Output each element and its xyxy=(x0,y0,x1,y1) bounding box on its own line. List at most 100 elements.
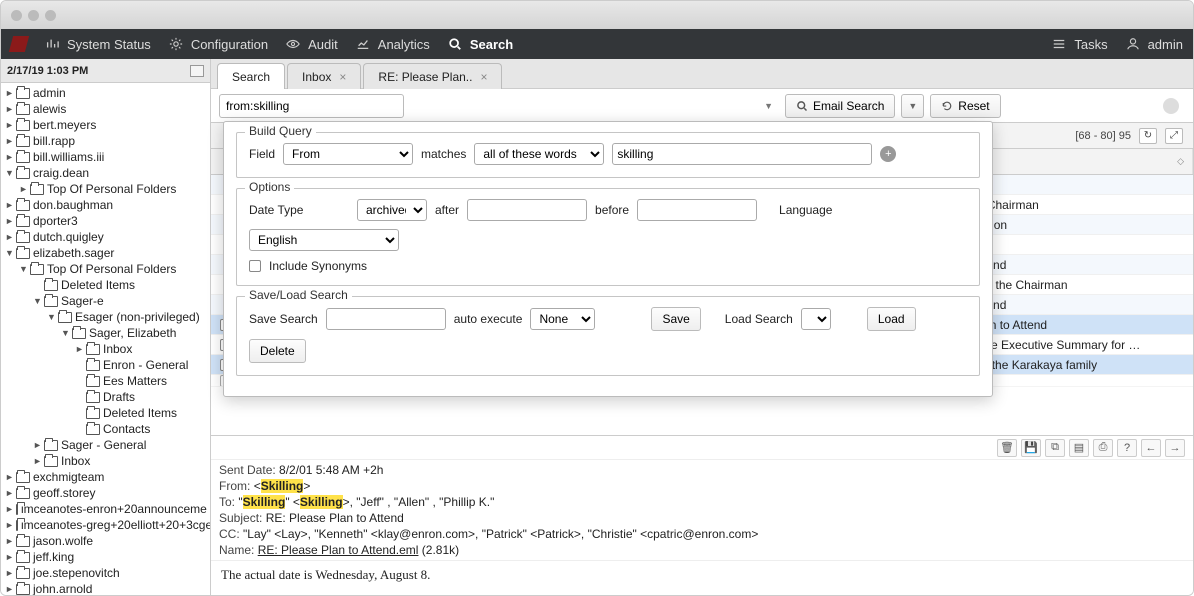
trash-icon[interactable]: 🗑 xyxy=(997,439,1017,457)
nav-system-status[interactable]: System Status xyxy=(45,37,151,52)
tree-caret-icon[interactable]: ► xyxy=(5,104,13,114)
tree-node[interactable]: ►imceanotes-greg+20elliott+20+3cge xyxy=(1,517,210,533)
tree-caret-icon[interactable]: ► xyxy=(5,152,13,162)
tab[interactable]: RE: Please Plan..× xyxy=(363,63,502,89)
language-select[interactable]: English xyxy=(249,229,399,251)
tree-caret-icon[interactable]: ▼ xyxy=(19,264,27,274)
prev-icon[interactable]: ← xyxy=(1141,439,1161,457)
tree-node[interactable]: ►Sager - General xyxy=(1,437,210,453)
traffic-light-min[interactable] xyxy=(28,10,39,21)
term-input[interactable] xyxy=(612,143,872,165)
tab[interactable]: Inbox× xyxy=(287,63,361,89)
nav-admin[interactable]: admin xyxy=(1126,37,1183,52)
tree-node[interactable]: ►geoff.storey xyxy=(1,485,210,501)
tree-node[interactable]: ►imceanotes-enron+20announceme xyxy=(1,501,210,517)
tree-node[interactable]: ►jason.wolfe xyxy=(1,533,210,549)
tree-node[interactable]: ►jeff.king xyxy=(1,549,210,565)
tree-caret-icon[interactable]: ▼ xyxy=(47,312,55,322)
tree-node[interactable]: Deleted Items xyxy=(1,405,210,421)
tree-caret-icon[interactable]: ▼ xyxy=(5,168,13,178)
tree-node[interactable]: ►Inbox xyxy=(1,453,210,469)
tree-caret-icon[interactable]: ► xyxy=(5,504,13,514)
tree-caret-icon[interactable]: ► xyxy=(33,440,41,450)
nav-audit[interactable]: Audit xyxy=(286,37,338,52)
tree-caret-icon[interactable]: ► xyxy=(19,184,27,194)
help-icon[interactable]: ? xyxy=(1117,439,1137,457)
tree-caret-icon[interactable]: ► xyxy=(5,200,13,210)
after-input[interactable] xyxy=(467,199,587,221)
tree-node[interactable]: ►joe.stepenovitch xyxy=(1,565,210,581)
tree-caret-icon[interactable]: ► xyxy=(5,216,13,226)
tree-caret-icon[interactable]: ► xyxy=(5,88,13,98)
sidebar-collapse-icon[interactable] xyxy=(190,65,204,77)
tree-caret-icon[interactable]: ► xyxy=(5,136,13,146)
tree-caret-icon[interactable]: ▼ xyxy=(61,328,69,338)
tree-caret-icon[interactable]: ► xyxy=(5,536,13,546)
tree-node[interactable]: ►alewis xyxy=(1,101,210,117)
copy-icon[interactable]: ⧉ xyxy=(1045,439,1065,457)
nav-configuration[interactable]: Configuration xyxy=(169,37,268,52)
tree-node[interactable]: ►bert.meyers xyxy=(1,117,210,133)
traffic-light-close[interactable] xyxy=(11,10,22,21)
include-synonyms-checkbox[interactable] xyxy=(249,260,261,272)
tree-node[interactable]: ►dporter3 xyxy=(1,213,210,229)
tab[interactable]: Search xyxy=(217,63,285,89)
pdf-icon[interactable]: ▤ xyxy=(1069,439,1089,457)
tree-node[interactable]: ►Inbox xyxy=(1,341,210,357)
tree-node[interactable]: ▼Sager, Elizabeth xyxy=(1,325,210,341)
tab-close-icon[interactable]: × xyxy=(480,70,487,84)
tree-caret-icon[interactable]: ▼ xyxy=(5,248,13,258)
delete-button[interactable]: Delete xyxy=(249,339,306,363)
tree-node[interactable]: ►dutch.quigley xyxy=(1,229,210,245)
tree-caret-icon[interactable]: ► xyxy=(5,120,13,130)
tree-node[interactable]: Ees Matters xyxy=(1,373,210,389)
search-options-button[interactable]: ▼ xyxy=(901,94,924,118)
tree-caret-icon[interactable]: ► xyxy=(5,232,13,242)
print-icon[interactable]: ⎙ xyxy=(1093,439,1113,457)
tree-caret-icon[interactable]: ► xyxy=(33,456,41,466)
tree-node[interactable]: ▼Top Of Personal Folders xyxy=(1,261,210,277)
nav-tasks[interactable]: Tasks xyxy=(1052,37,1107,52)
tree-node[interactable]: Contacts xyxy=(1,421,210,437)
tree-node[interactable]: Enron - General xyxy=(1,357,210,373)
traffic-light-max[interactable] xyxy=(45,10,56,21)
tree-node[interactable]: ▼elizabeth.sager xyxy=(1,245,210,261)
tree-node[interactable]: ▼Sager-e xyxy=(1,293,210,309)
pager-refresh-icon[interactable]: ↻ xyxy=(1139,128,1157,144)
field-select[interactable]: From xyxy=(283,143,413,165)
load-button[interactable]: Load xyxy=(867,307,916,331)
tree-node[interactable]: ►bill.williams.iii xyxy=(1,149,210,165)
name-value[interactable]: RE: Please Plan to Attend.eml xyxy=(258,543,419,557)
folder-tree[interactable]: ►admin►alewis►bert.meyers►bill.rapp►bill… xyxy=(1,83,210,595)
nav-search[interactable]: Search xyxy=(448,37,513,52)
tree-node[interactable]: ►don.baughman xyxy=(1,197,210,213)
next-icon[interactable]: → xyxy=(1165,439,1185,457)
tree-caret-icon[interactable]: ► xyxy=(5,488,13,498)
reset-button[interactable]: Reset xyxy=(930,94,1000,118)
tree-node[interactable]: ▼craig.dean xyxy=(1,165,210,181)
nav-analytics[interactable]: Analytics xyxy=(356,37,430,52)
tree-node[interactable]: ▼Esager (non-privileged) xyxy=(1,309,210,325)
email-search-button[interactable]: Email Search xyxy=(785,94,895,118)
save-search-input[interactable] xyxy=(326,308,446,330)
tab-close-icon[interactable]: × xyxy=(339,70,346,84)
tree-caret-icon[interactable]: ► xyxy=(5,568,13,578)
tree-node[interactable]: ►john.arnold xyxy=(1,581,210,595)
tree-caret-icon[interactable]: ► xyxy=(5,552,13,562)
tree-caret-icon[interactable]: ► xyxy=(5,584,13,594)
pager-expand-icon[interactable]: ⤢ xyxy=(1165,128,1183,144)
tree-node[interactable]: ►admin xyxy=(1,85,210,101)
before-input[interactable] xyxy=(637,199,757,221)
add-criterion-icon[interactable]: + xyxy=(880,146,896,162)
tree-node[interactable]: Drafts xyxy=(1,389,210,405)
auto-execute-select[interactable]: None xyxy=(530,308,595,330)
dropdown-caret-icon[interactable]: ▼ xyxy=(764,101,773,111)
date-type-select[interactable]: archived xyxy=(357,199,427,221)
load-search-select[interactable] xyxy=(801,308,831,330)
tree-node[interactable]: ►bill.rapp xyxy=(1,133,210,149)
tree-caret-icon[interactable]: ► xyxy=(75,344,83,354)
tree-caret-icon[interactable]: ▼ xyxy=(33,296,41,306)
matches-select[interactable]: all of these words xyxy=(474,143,604,165)
tree-node[interactable]: ►exchmigteam xyxy=(1,469,210,485)
save-button[interactable]: Save xyxy=(651,307,700,331)
